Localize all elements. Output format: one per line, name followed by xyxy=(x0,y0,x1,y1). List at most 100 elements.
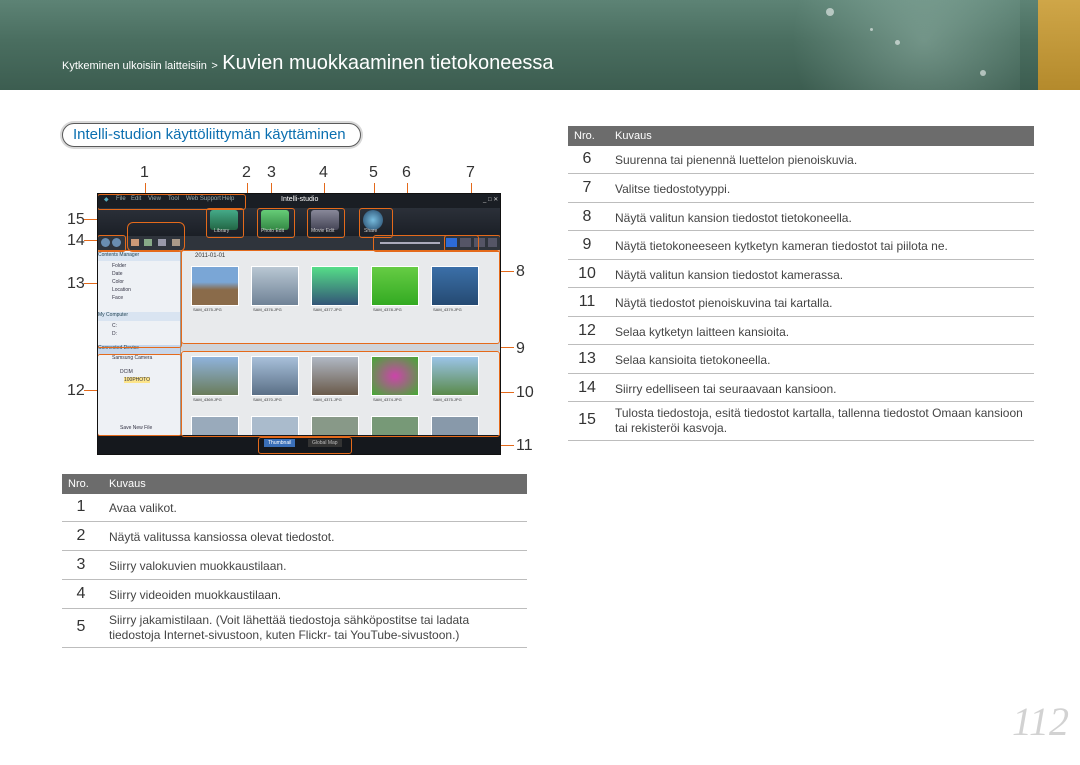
section-title-rest: käyttöliittymän käyttäminen xyxy=(165,126,346,143)
callout-14: 14 xyxy=(67,232,85,249)
app-title: Intelli-studio xyxy=(281,196,319,203)
row-number: 13 xyxy=(578,350,596,367)
callout-9: 9 xyxy=(516,340,525,357)
breadcrumb: Kytkeminen ulkoisiin laitteisiin > Kuvie… xyxy=(62,52,554,75)
table-row: 4 Siirry videoiden muokkaustilaan. xyxy=(62,580,527,609)
header-bokeh xyxy=(780,0,1020,90)
description-table-left: Nro. Kuvaus 1 Avaa valikot. 2 Näytä vali… xyxy=(62,474,527,648)
table-header: Nro. Kuvaus xyxy=(568,126,1034,146)
row-number: 10 xyxy=(578,265,596,282)
table-header: Nro. Kuvaus xyxy=(62,474,527,494)
table-row: 5 Siirry jakamistilaan. (Voit lähettää t… xyxy=(62,609,527,648)
intelli-studio-screenshot: ◆ File Edit View Tool Web Support Help I… xyxy=(97,193,501,455)
row-text: Siirry videoiden muokkaustilaan. xyxy=(109,588,282,602)
description-table-right: Nro. Kuvaus 6 Suurenna tai pienennä luett… xyxy=(568,126,1034,441)
highlight-nav-tools xyxy=(127,222,185,252)
row-number: 11 xyxy=(578,293,596,310)
callout-10: 10 xyxy=(516,384,534,401)
highlight-library xyxy=(206,208,244,238)
header-light-dot xyxy=(870,28,873,31)
row-number: 1 xyxy=(76,498,86,515)
callout-11: 11 xyxy=(516,437,533,454)
table-row: 14 Siirry edelliseen tai seuraavaan kansi… xyxy=(568,374,1034,402)
callout-1: 1 xyxy=(140,164,149,181)
callout-8: 8 xyxy=(516,263,525,280)
callout-6: 6 xyxy=(402,164,411,181)
window-controls-icon[interactable]: _ □ ✕ xyxy=(483,196,498,203)
row-number: 7 xyxy=(582,179,592,196)
row-number: 15 xyxy=(578,411,596,428)
callout-7: 7 xyxy=(466,164,475,181)
table-row: 9 Näytä tietokoneeseen kytketyn kameran t… xyxy=(568,231,1034,260)
table-row: 8 Näytä valitun kansion tiedostot tietoko… xyxy=(568,203,1034,231)
row-text: Näytä valitun kansion tiedostot tietokon… xyxy=(615,211,852,225)
header-light-dot xyxy=(826,8,834,16)
page-header: Kytkeminen ulkoisiin laitteisiin > Kuvie… xyxy=(0,0,1080,90)
row-text: Siirry edelliseen tai seuraavaan kansioo… xyxy=(615,382,837,396)
callout-15: 15 xyxy=(67,211,85,228)
table-row: 12 Selaa kytketyn laitteen kansioita. xyxy=(568,317,1034,345)
row-number: 8 xyxy=(582,208,592,225)
breadcrumb-parent[interactable]: Kytkeminen ulkoisiin laitteisiin xyxy=(62,60,207,72)
table-row: 3 Siirry valokuvien muokkaustilaan. xyxy=(62,551,527,580)
row-number: 14 xyxy=(578,379,596,396)
row-text: Siirry valokuvien muokkaustilaan. xyxy=(109,559,287,573)
row-text: Avaa valikot. xyxy=(109,501,177,515)
row-text: Valitse tiedostotyyppi. xyxy=(615,182,731,196)
table-row: 2 Näytä valitussa kansiossa olevat tiedo… xyxy=(62,522,527,551)
header-accent-tab xyxy=(1038,0,1080,90)
header-light-dot xyxy=(895,40,900,45)
leader-line xyxy=(84,390,98,391)
page-number: 112 xyxy=(1012,699,1070,744)
header-light-dot xyxy=(980,70,986,76)
row-text: Suurenna tai pienennä luettelon pienoisk… xyxy=(615,153,858,167)
table-row: 10 Näytä valitun kansion tiedostot kamera… xyxy=(568,260,1034,288)
breadcrumb-current: Kuvien muokkaaminen tietokoneessa xyxy=(222,52,554,74)
highlight-photo-edit xyxy=(257,208,295,238)
callout-13: 13 xyxy=(67,275,85,292)
row-number: 5 xyxy=(76,618,86,635)
header-nro: Nro. xyxy=(68,478,89,490)
row-text: Siirry jakamistilaan. (Voit lähettää tie… xyxy=(109,613,470,642)
highlight-movie-edit xyxy=(307,208,345,238)
table-row: 15 Tulosta tiedostoja, esitä tiedostot ka… xyxy=(568,402,1034,441)
callout-2: 2 xyxy=(242,164,251,181)
table-row: 13 Selaa kansioita tietokoneella. xyxy=(568,345,1034,374)
row-number: 12 xyxy=(578,322,596,339)
row-number: 9 xyxy=(582,236,592,253)
table-row: 7 Valitse tiedostotyyppi. xyxy=(568,174,1034,203)
row-number: 6 xyxy=(582,150,592,167)
leader-line xyxy=(84,240,98,241)
header-kuvaus: Kuvaus xyxy=(109,478,146,490)
highlight-share xyxy=(359,208,393,238)
leader-line xyxy=(84,283,98,284)
table-row: 6 Suurenna tai pienennä luettelon pienois… xyxy=(568,146,1034,174)
callout-5: 5 xyxy=(369,164,378,181)
section-title: Intelli-studion käyttöliittymän käyttämi… xyxy=(62,123,361,147)
leader-line xyxy=(84,219,98,220)
callout-12: 12 xyxy=(67,382,85,399)
highlight-pc-files xyxy=(181,250,500,344)
header-nro: Nro. xyxy=(574,130,595,142)
row-text: Näytä tietokoneeseen kytketyn kameran ti… xyxy=(615,239,948,253)
camera-files-divider[interactable] xyxy=(181,343,500,351)
header-kuvaus: Kuvaus xyxy=(615,130,652,142)
row-number: 3 xyxy=(76,556,86,573)
highlight-pc-folders xyxy=(98,250,182,348)
row-text: Tulosta tiedostoja, esitä tiedostot kart… xyxy=(615,406,1023,435)
row-number: 2 xyxy=(76,527,86,544)
row-text: Näytä valitun kansion tiedostot kamerass… xyxy=(615,268,844,282)
row-number: 4 xyxy=(76,585,86,602)
row-text: Selaa kytketyn laitteen kansioita. xyxy=(615,325,790,339)
highlight-view-tabs xyxy=(258,437,352,454)
row-text: Näytä valitussa kansiossa olevat tiedost… xyxy=(109,530,335,544)
row-text: Näytä tiedostot pienoiskuvina tai kartal… xyxy=(615,296,833,310)
highlight-camera-files xyxy=(181,351,500,437)
highlight-device-folders xyxy=(98,354,182,436)
breadcrumb-separator: > xyxy=(211,60,218,72)
callout-4: 4 xyxy=(319,164,328,181)
callout-3: 3 xyxy=(267,164,276,181)
table-row: 11 Näytä tiedostot pienoiskuvina tai kart… xyxy=(568,288,1034,317)
row-text: Selaa kansioita tietokoneella. xyxy=(615,353,771,367)
table-row: 1 Avaa valikot. xyxy=(62,494,527,522)
